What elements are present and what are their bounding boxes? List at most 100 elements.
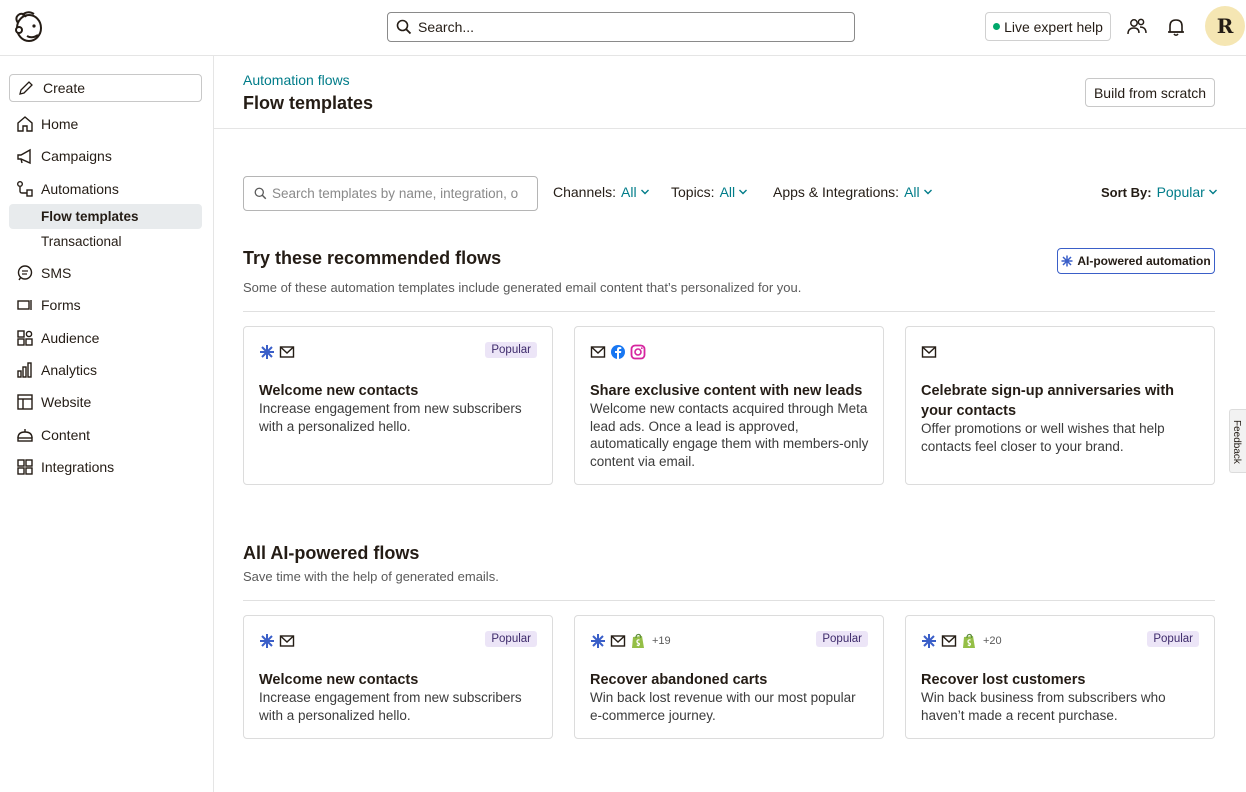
- more-integrations-count: +19: [652, 635, 671, 647]
- website-icon: [17, 394, 33, 410]
- audience-icon: [17, 330, 33, 346]
- feedback-tab[interactable]: Feedback: [1229, 409, 1246, 473]
- apps-value: All: [904, 184, 920, 200]
- sidebar-item-audience[interactable]: Audience: [16, 327, 99, 349]
- card-description: Win back business from subscribers who h…: [921, 690, 1166, 723]
- shopify-icon: [630, 633, 646, 649]
- ai-powered-automation-badge[interactable]: AI-powered automation: [1057, 248, 1215, 274]
- sidebar-item-label: Audience: [41, 330, 100, 346]
- sidebar-item-label: Integrations: [41, 459, 115, 475]
- sort-value: Popular: [1156, 184, 1205, 200]
- page-header: Automation flows Flow templates Build fr…: [214, 56, 1246, 129]
- chevron-down-icon: [1208, 189, 1217, 195]
- sidebar-item-website[interactable]: Website: [16, 391, 91, 413]
- home-icon: [17, 116, 33, 132]
- flow-card-welcome[interactable]: Popular Welcome new contacts Increase en…: [243, 326, 553, 485]
- instagram-icon: [630, 344, 646, 360]
- flow-card-share-exclusive[interactable]: Share exclusive content with new leads W…: [574, 326, 884, 485]
- template-search-input[interactable]: Search templates by name, integration, o: [243, 176, 538, 211]
- popular-badge: Popular: [1147, 631, 1199, 647]
- search-placeholder: Search...: [418, 19, 475, 35]
- email-icon: [279, 344, 295, 360]
- user-avatar[interactable]: R: [1205, 6, 1245, 46]
- ai-sparkle-icon: [921, 633, 937, 649]
- card-description: Increase engagement from new subscribers…: [259, 690, 522, 723]
- global-search-input[interactable]: Search...: [387, 12, 855, 42]
- mailchimp-logo-icon[interactable]: [10, 9, 46, 45]
- popular-badge: Popular: [816, 631, 868, 647]
- email-icon: [941, 633, 957, 649]
- sidebar-item-sms[interactable]: SMS: [16, 262, 71, 284]
- sidebar-item-automations[interactable]: Automations: [16, 178, 119, 200]
- chevron-down-icon: [739, 189, 748, 195]
- sidebar-item-content[interactable]: Content: [16, 424, 90, 446]
- sms-icon: [17, 265, 33, 281]
- card-title: Welcome new contacts: [259, 383, 419, 399]
- integrations-icon: [17, 459, 33, 475]
- ai-sparkle-icon: [259, 633, 275, 649]
- ai-badge-label: AI-powered automation: [1077, 254, 1211, 268]
- sidebar-item-home[interactable]: Home: [16, 113, 78, 135]
- shopify-icon: [961, 633, 977, 649]
- sidebar-item-label: Campaigns: [41, 148, 112, 164]
- apps-integrations-filter[interactable]: Apps & Integrations: All: [773, 184, 933, 200]
- megaphone-icon: [17, 148, 31, 165]
- ai-sparkle-icon: [259, 344, 275, 360]
- build-from-scratch-button[interactable]: Build from scratch: [1085, 78, 1215, 107]
- feedback-label: Feedback: [1231, 420, 1242, 464]
- chevron-down-icon: [640, 189, 649, 195]
- card-description: Welcome new contacts acquired through Me…: [590, 401, 869, 469]
- create-button[interactable]: Create: [9, 74, 202, 102]
- sidebar: Create Home Campaigns Automations Flow t…: [0, 56, 214, 792]
- people-icon[interactable]: [1126, 16, 1148, 38]
- card-title: Share exclusive content with new leads: [590, 383, 863, 399]
- create-label: Create: [43, 80, 86, 96]
- recommended-section-title: Try these recommended flows: [243, 248, 502, 268]
- sort-label: Sort By:: [1101, 184, 1152, 200]
- flow-card-lost-customers[interactable]: +20 Popular Recover lost customers Win b…: [905, 615, 1215, 739]
- sidebar-subitem-transactional[interactable]: Transactional: [9, 229, 202, 254]
- popular-badge: Popular: [485, 631, 537, 647]
- sidebar-item-campaigns[interactable]: Campaigns: [16, 145, 112, 167]
- online-status-dot: [993, 23, 1001, 30]
- sidebar-item-label: Analytics: [41, 362, 98, 378]
- topics-value: All: [719, 184, 736, 200]
- email-icon: [590, 344, 606, 360]
- sidebar-item-label: Automations: [41, 181, 119, 197]
- sidebar-item-label: Forms: [41, 297, 81, 313]
- topics-filter[interactable]: Topics: All: [671, 184, 748, 200]
- bell-icon[interactable]: [1165, 16, 1187, 38]
- topics-label: Topics:: [671, 184, 715, 200]
- card-description: Offer promotions or well wishes that hel…: [921, 421, 1165, 454]
- sidebar-item-label: Home: [41, 116, 79, 132]
- facebook-icon: [610, 344, 626, 360]
- sort-by-dropdown[interactable]: Sort By: Popular: [1101, 184, 1218, 200]
- template-search-placeholder: Search templates by name, integration, o: [272, 186, 519, 201]
- card-title: Recover lost customers: [921, 672, 1086, 688]
- forms-icon: [17, 300, 32, 310]
- search-icon: [396, 19, 412, 35]
- flow-card-welcome-ai[interactable]: Popular Welcome new contacts Increase en…: [243, 615, 553, 739]
- ai-sparkle-icon: [1061, 255, 1073, 267]
- apps-label: Apps & Integrations:: [773, 184, 900, 200]
- flow-card-abandoned-carts[interactable]: +19 Popular Recover abandoned carts Win …: [574, 615, 884, 739]
- page-title: Flow templates: [243, 93, 374, 113]
- channels-filter[interactable]: Channels: All: [553, 184, 650, 200]
- automations-icon: [17, 181, 33, 197]
- live-expert-help-button[interactable]: Live expert help: [985, 12, 1111, 41]
- breadcrumb-automation-flows[interactable]: Automation flows: [243, 72, 350, 88]
- ai-sparkle-icon: [590, 633, 606, 649]
- sidebar-item-label: Content: [41, 427, 91, 443]
- sidebar-item-analytics[interactable]: Analytics: [16, 359, 97, 381]
- channels-label: Channels:: [553, 184, 617, 200]
- card-description: Increase engagement from new subscribers…: [259, 401, 522, 434]
- flow-card-celebrate-anniversaries[interactable]: Celebrate sign-up anniversaries with you…: [905, 326, 1215, 485]
- sidebar-subitem-flow-templates[interactable]: Flow templates: [9, 204, 202, 229]
- card-description: Win back lost revenue with our most popu…: [590, 690, 856, 723]
- sidebar-item-forms[interactable]: Forms: [16, 294, 81, 316]
- card-title: Welcome new contacts: [259, 672, 419, 688]
- search-icon: [254, 187, 267, 200]
- sidebar-item-integrations[interactable]: Integrations: [16, 456, 114, 478]
- analytics-icon: [17, 362, 32, 378]
- pencil-icon: [19, 81, 33, 95]
